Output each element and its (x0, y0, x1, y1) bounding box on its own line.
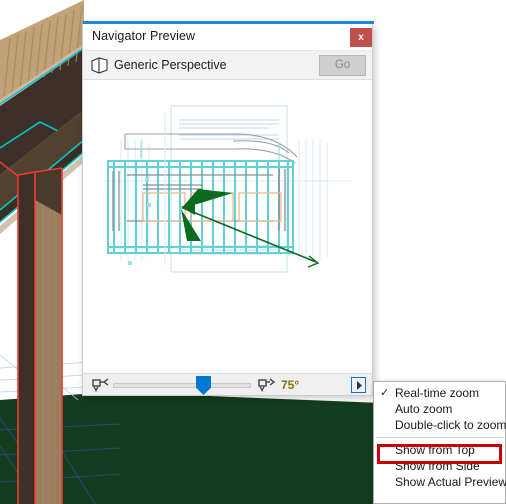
menu-item-label: Double-click to zoom (395, 418, 506, 432)
guide-grid (105, 139, 351, 261)
go-button[interactable]: Go (319, 55, 366, 76)
preview-canvas[interactable] (83, 81, 372, 373)
menu-item-label: Auto zoom (395, 402, 453, 416)
preview-context-menu: ✓ Real-time zoom Auto zoom Double-click … (373, 381, 506, 504)
menu-item-show-from-side[interactable]: Show from Side (374, 458, 505, 474)
panel-title: Navigator Preview (92, 29, 196, 43)
camera-direction-line[interactable] (182, 207, 320, 268)
panel-titlebar[interactable]: Navigator Preview x (83, 24, 372, 51)
arrow-right-icon[interactable] (351, 377, 366, 393)
navigator-preview-panel: Navigator Preview x Generic Perspective … (82, 21, 374, 396)
camera-zoom-out-icon[interactable] (92, 378, 109, 392)
menu-item-label: Show from Side (395, 459, 480, 473)
menu-item-label: Show from Top (395, 443, 475, 457)
floor-plan-preview (105, 105, 351, 273)
check-icon: ✓ (380, 387, 390, 399)
menu-item-real-time-zoom[interactable]: ✓ Real-time zoom (374, 385, 505, 401)
zoom-slider-handle[interactable] (196, 376, 211, 395)
cube-3d-icon (91, 57, 109, 74)
menu-item-label: Show Actual Preview (395, 475, 506, 489)
zoom-slider-track[interactable] (113, 383, 251, 388)
menu-item-show-actual-preview[interactable]: Show Actual Preview (374, 474, 506, 490)
menu-item-label: Real-time zoom (395, 386, 480, 400)
view-angle-value: 75° (281, 378, 300, 392)
menu-item-show-from-top[interactable]: Show from Top (374, 442, 505, 458)
camera-view-cone[interactable] (181, 189, 233, 241)
perspective-label: Generic Perspective (114, 58, 227, 72)
preview-toolbar: 75° (83, 373, 372, 395)
menu-separator (376, 437, 503, 438)
column-dark-face (18, 172, 35, 504)
menu-item-auto-zoom[interactable]: Auto zoom (374, 401, 505, 417)
menu-item-double-click-to-zoom[interactable]: Double-click to zoom (374, 417, 506, 433)
close-icon[interactable]: x (350, 28, 372, 47)
sheet-text-lines-top (179, 119, 279, 140)
roof-outline (124, 133, 298, 164)
perspective-row[interactable]: Generic Perspective Go (83, 51, 372, 80)
camera-zoom-in-icon[interactable] (258, 378, 276, 392)
